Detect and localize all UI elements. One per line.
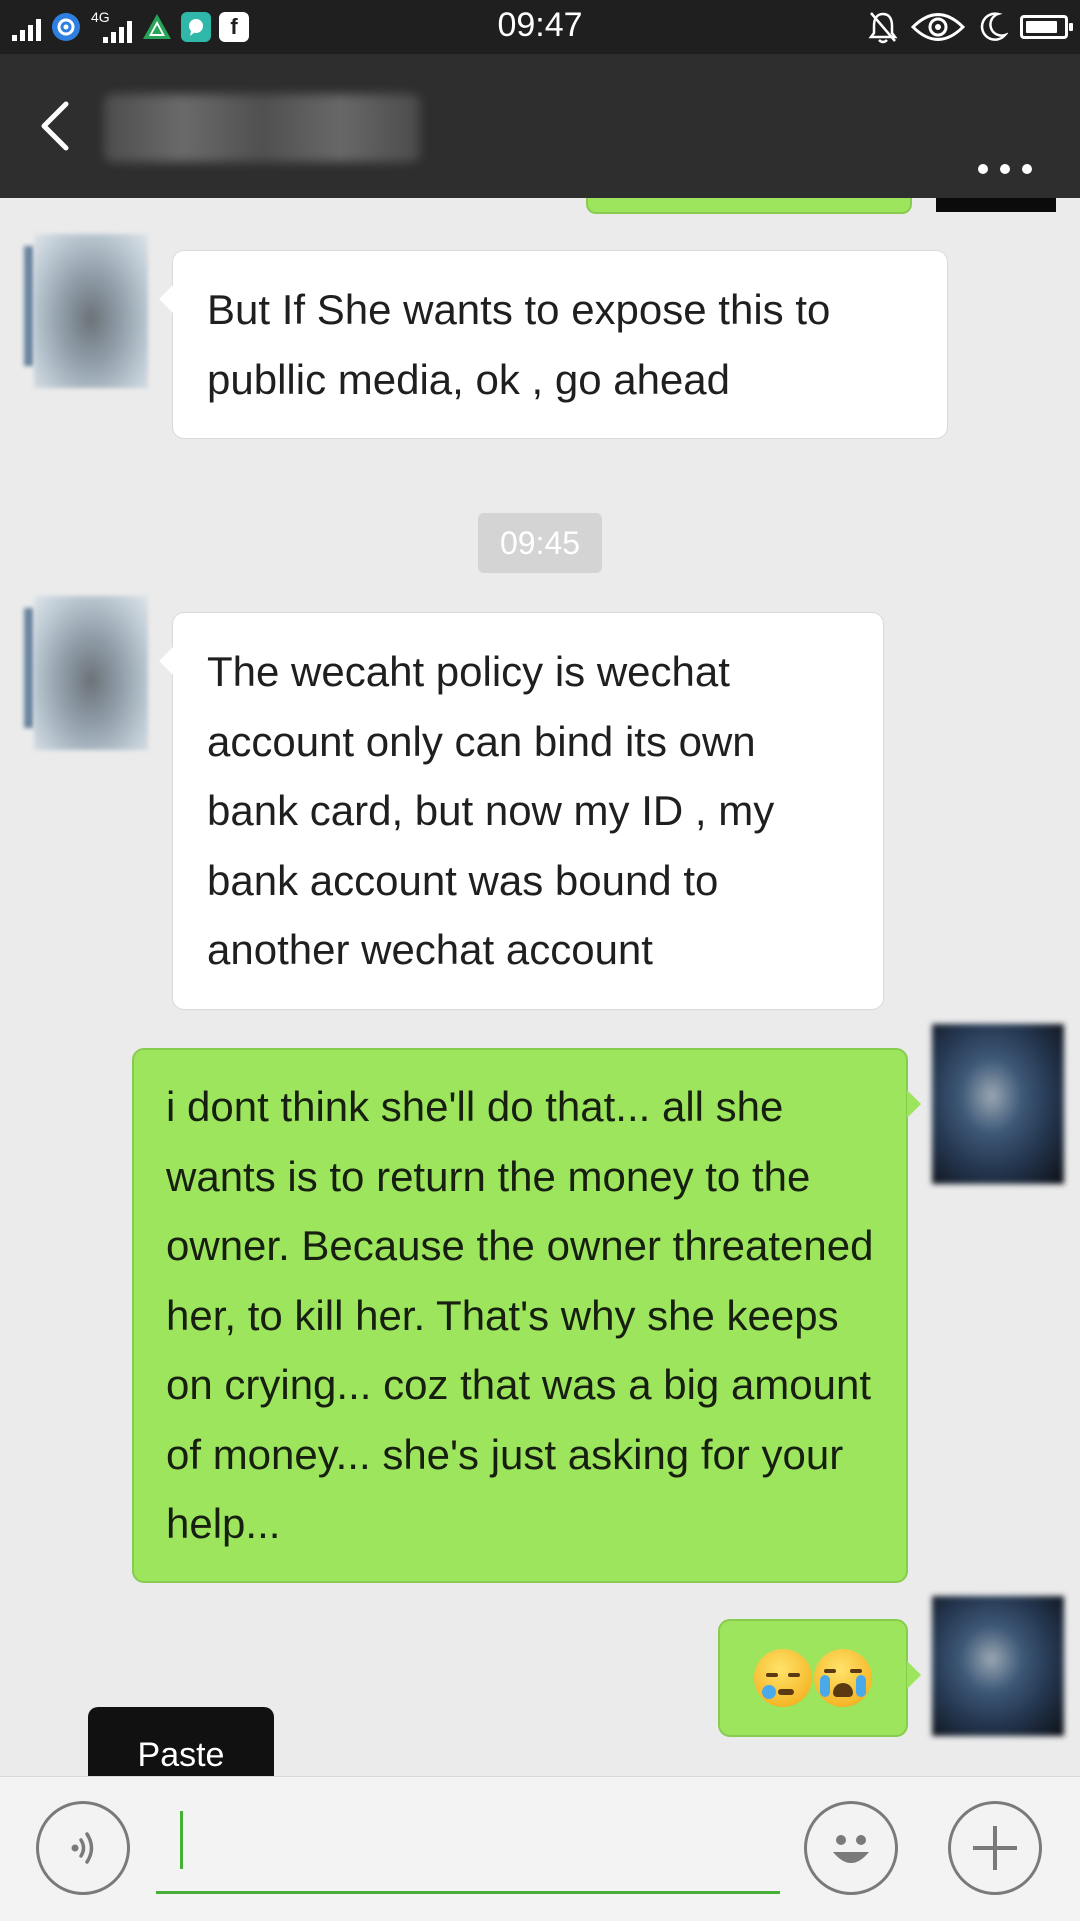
- message-input[interactable]: [156, 1805, 780, 1894]
- message-bubble-sent[interactable]: [718, 1619, 921, 1737]
- text-caret: [180, 1811, 183, 1869]
- loudly-crying-face-emoji: [814, 1649, 872, 1707]
- more-button[interactable]: [970, 154, 1040, 184]
- mute-bell-icon: [868, 12, 898, 44]
- previous-message-bubble[interactable]: [586, 198, 912, 214]
- chat-header: [0, 54, 1080, 198]
- voice-icon: [71, 1832, 94, 1864]
- smiley-icon: [833, 1835, 869, 1863]
- message-timestamp: 09:45: [478, 513, 602, 573]
- my-avatar[interactable]: [932, 1024, 1064, 1184]
- battery-icon: [1020, 15, 1073, 39]
- contact-avatar[interactable]: [34, 596, 148, 750]
- back-button[interactable]: [28, 94, 88, 158]
- battery-fill: [1026, 21, 1057, 33]
- moon-icon: [980, 12, 1008, 41]
- message-bubble-received[interactable]: But If She wants to expose this to publl…: [159, 250, 948, 439]
- previous-avatar[interactable]: [936, 198, 1056, 212]
- voice-button[interactable]: [36, 1801, 130, 1895]
- status-bar: 4G f 09:47: [0, 0, 1080, 54]
- input-bar: [0, 1776, 1080, 1921]
- message-text: But If She wants to expose this to publl…: [207, 286, 831, 403]
- chevron-left-icon: [41, 101, 69, 151]
- plus-icon: [973, 1826, 1017, 1870]
- eye-icon: [910, 13, 966, 41]
- emoji-button[interactable]: [804, 1801, 898, 1895]
- more-dots-icon: [978, 164, 988, 174]
- message-text: The wecaht policy is wechat account only…: [207, 648, 775, 973]
- message-bubble-sent[interactable]: i dont think she'll do that... all she w…: [132, 1048, 921, 1583]
- message-text: i dont think she'll do that... all she w…: [166, 1083, 874, 1547]
- contact-name: [104, 94, 420, 162]
- more-functions-button[interactable]: [948, 1801, 1042, 1895]
- contact-avatar[interactable]: [34, 234, 148, 388]
- status-icons-right: [868, 8, 1073, 46]
- my-avatar[interactable]: [932, 1596, 1064, 1736]
- message-bubble-received[interactable]: The wecaht policy is wechat account only…: [159, 612, 884, 1010]
- message-list[interactable]: But If She wants to expose this to publl…: [0, 198, 1080, 1776]
- sleepy-face-emoji: [754, 1649, 812, 1707]
